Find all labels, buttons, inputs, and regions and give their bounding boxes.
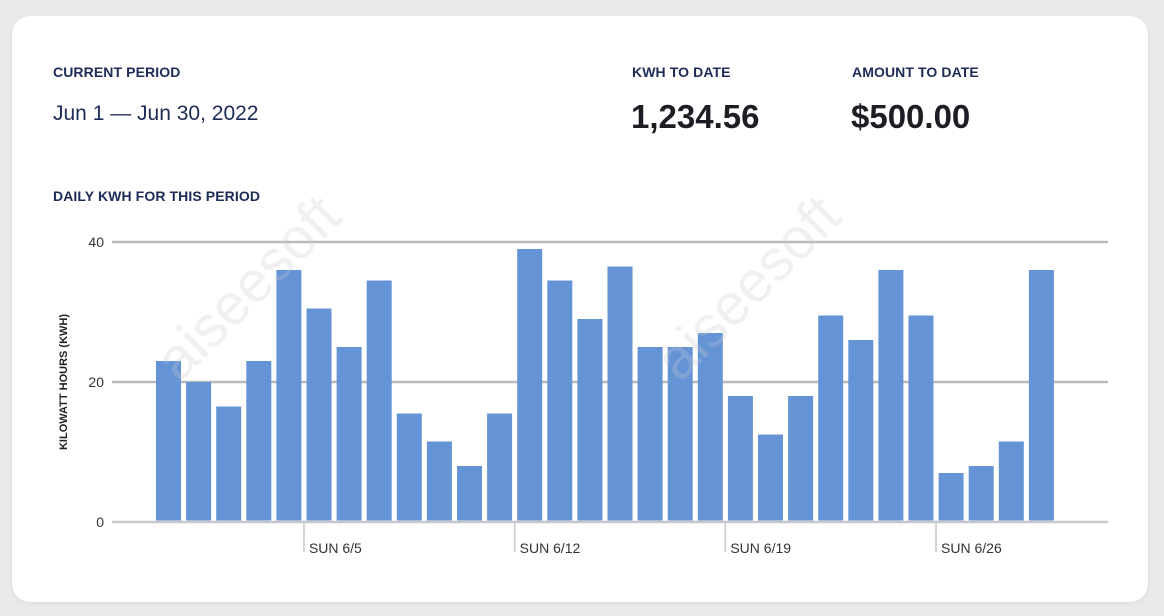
bar-day-29 [998,441,1024,521]
bar-day-25 [878,270,904,521]
bar-day-15 [577,319,603,521]
bar-day-16 [607,266,633,521]
bar-day-30 [1028,270,1054,521]
bar-day-20 [727,396,753,521]
bar-day-19 [697,333,723,521]
bar-day-7 [336,347,362,521]
bar-day-22 [788,396,814,521]
bar-day-13 [517,249,543,521]
bar-day-14 [547,280,573,521]
bar-day-17 [637,347,663,521]
bar-day-12 [487,413,513,521]
bar-day-18 [667,347,693,521]
bar-day-2 [186,382,212,521]
x-tick-label-day-19: SUN 6/19 [730,540,791,556]
bar-day-4 [246,361,272,521]
y-tick-label-0: 0 [96,514,104,530]
bar-day-6 [306,308,332,521]
x-tick-label-day-5: SUN 6/5 [309,540,362,556]
usage-card: CURRENT PERIOD Jun 1 — Jun 30, 2022 KWH … [12,16,1148,602]
x-tick-label-day-26: SUN 6/26 [941,540,1002,556]
bar-day-3 [216,406,242,521]
bar-day-26 [908,315,934,521]
bar-day-28 [968,466,994,521]
bar-day-9 [396,413,422,521]
y-tick-label-20: 20 [88,374,104,390]
bar-day-27 [938,473,964,521]
y-tick-label-40: 40 [88,234,104,250]
bar-day-11 [457,466,482,521]
bar-day-10 [426,441,452,521]
bar-day-21 [758,434,783,521]
bar-day-23 [818,315,844,521]
daily-kwh-chart: 0 20 40 KILOWATT HOURS (KWH) SUN 6/5 SUN 6/12… [58,234,1108,556]
bar-day-24 [848,340,874,521]
bar-day-1 [156,361,181,521]
bar-day-8 [366,280,392,521]
x-tick-label-day-12: SUN 6/12 [520,540,581,556]
bar-day-5 [276,270,302,521]
y-axis-title: KILOWATT HOURS (KWH) [58,314,70,450]
